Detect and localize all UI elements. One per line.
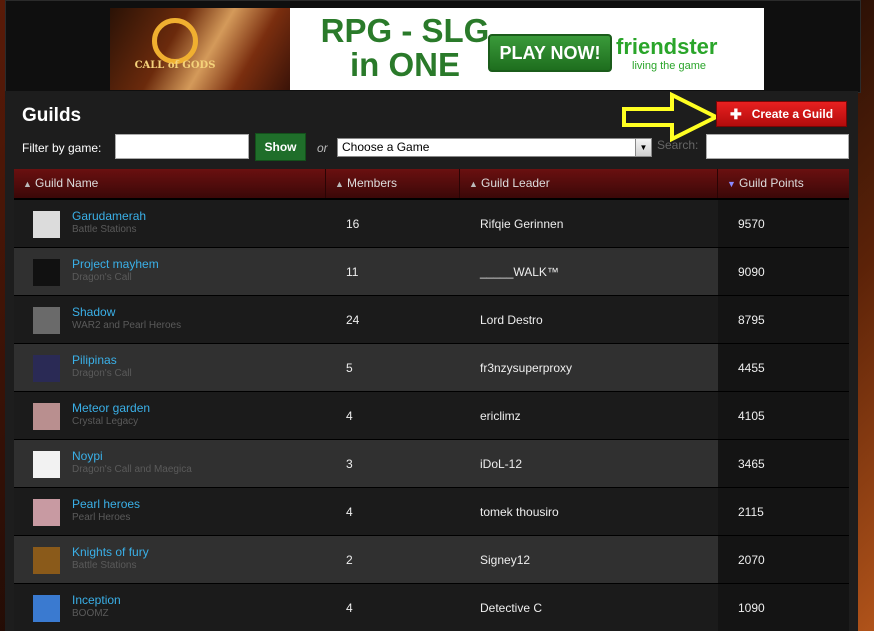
guilds-table: ▲ Guild Name ▲ Members ▲ Guild Leader ▼ Guil… [14,169,849,631]
guild-avatar[interactable] [33,259,60,286]
guild-avatar[interactable] [33,595,60,622]
table-row[interactable]: Inception BOOMZ 4 Detective C 1090 [14,583,849,631]
guild-game: Dragon's Call and Maegica [72,464,192,475]
create-guild-button[interactable]: ✚ Create a Guild [716,101,847,127]
guild-leader: Detective C [480,601,543,615]
guild-points: 9090 [738,265,765,279]
column-header-guild-leader[interactable]: ▲ Guild Leader [460,169,718,198]
guild-points: 4105 [738,409,765,423]
guild-avatar[interactable] [33,499,60,526]
guild-avatar[interactable] [33,355,60,382]
guild-leader: tomek thousiro [480,505,559,519]
filter-game-input[interactable] [115,134,249,159]
guild-points: 2115 [738,505,764,519]
sort-icon: ▲ [335,179,344,189]
guild-name-link[interactable]: Inception [72,593,121,607]
guild-avatar[interactable] [33,403,60,430]
guild-game: Pearl Heroes [72,512,131,523]
game-select-value: Choose a Game [342,140,430,154]
guild-members: 2 [346,553,353,567]
column-header-guild-name[interactable]: ▲ Guild Name [14,169,326,198]
guild-members: 5 [346,361,353,375]
sort-icon: ▲ [469,179,478,189]
guild-members: 11 [346,265,359,279]
guild-name-link[interactable]: Shadow [72,305,115,319]
guild-leader: ericlimz [480,409,521,423]
guild-game: BOOMZ [72,608,109,619]
guild-members: 4 [346,601,353,615]
table-row[interactable]: Pearl heroes Pearl Heroes 4 tomek thousiro 2… [14,487,849,535]
banner-headline: RPG - SLG in ONE [320,12,490,83]
guild-name-link[interactable]: Meteor garden [72,401,150,415]
table-row[interactable]: Garudamerah Battle Stations 16 Rifqie Gerin… [14,199,849,247]
guild-leader: Signey12 [480,553,531,567]
banner-artwork: CALL of GODS [110,8,290,90]
guild-points: 2070 [738,553,765,567]
guild-game: Battle Stations [72,224,137,235]
search-input[interactable] [706,134,849,159]
guild-game: Battle Stations [72,560,137,571]
or-label: or [317,141,328,155]
guild-name-link[interactable]: Pilipinas [72,353,117,367]
guild-points: 8795 [738,313,765,327]
column-header-guild-points[interactable]: ▼ Guild Points [718,169,849,198]
guild-leader: _____WALK™ [480,265,559,279]
guild-game: WAR2 and Pearl Heroes [72,320,182,331]
table-row[interactable]: Pilipinas Dragon's Call 5 fr3nzysuperproxy 4… [14,343,849,391]
sort-icon: ▲ [23,179,32,189]
table-row[interactable]: Project mayhem Dragon's Call 11 _____WALK™ 9… [14,247,849,295]
banner-tagline: living the game [632,60,706,72]
arrow-annotation-icon [622,91,720,143]
guild-leader: Lord Destro [480,313,543,327]
filter-label: Filter by game: [22,141,102,155]
search-label: Search: [657,138,699,152]
table-body: Garudamerah Battle Stations 16 Rifqie Gerin… [14,199,849,631]
sort-desc-icon: ▼ [727,179,736,189]
guild-name-link[interactable]: Noypi [72,449,103,463]
guild-members: 16 [346,217,360,231]
guild-members: 4 [346,409,353,423]
guild-leader: iDoL-12 [480,457,523,471]
table-row[interactable]: Meteor garden Crystal Legacy 4 ericlimz 4105 [14,391,849,439]
table-row[interactable]: Shadow WAR2 and Pearl Heroes 24 Lord Destro… [14,295,849,343]
show-button[interactable]: Show [255,133,306,161]
guild-avatar[interactable] [33,211,60,238]
guild-leader: Rifqie Gerinnen [480,217,564,231]
banner-logo-text: CALL of GODS [134,60,216,71]
guild-points: 1090 [738,601,765,615]
guild-avatar[interactable] [33,547,60,574]
chevron-down-icon[interactable]: ▼ [635,139,651,156]
table-row[interactable]: Noypi Dragon's Call and Maegica 3 iDoL-12 34… [14,439,849,487]
guild-name-link[interactable]: Project mayhem [72,257,159,271]
game-select[interactable]: Choose a Game ▼ [337,138,652,157]
guild-members: 3 [346,457,353,471]
game-logo-icon [152,18,198,64]
guild-game: Dragon's Call [72,368,132,379]
create-guild-label: Create a Guild [751,107,834,121]
guild-name-link[interactable]: Garudamerah [72,209,146,223]
column-header-members[interactable]: ▲ Members [326,169,460,198]
guild-leader: fr3nzysuperproxy [480,361,573,375]
guilds-panel: Guilds ✚ Create a Guild Filter by game: … [5,91,858,631]
guild-name-link[interactable]: Pearl heroes [72,497,140,511]
guild-points: 9570 [738,217,765,231]
table-row[interactable]: Knights of fury Battle Stations 2 Signey12 2… [14,535,849,583]
guild-game: Crystal Legacy [72,416,139,427]
guild-members: 24 [346,313,360,327]
guild-avatar[interactable] [33,307,60,334]
guild-members: 4 [346,505,353,519]
ad-banner[interactable]: CALL of GODS RPG - SLG in ONE PLAY NOW! … [110,8,764,90]
table-header: ▲ Guild Name ▲ Members ▲ Guild Leader ▼ Guil… [14,169,849,199]
plus-icon: ✚ [729,105,742,122]
play-now-button[interactable]: PLAY NOW! [488,34,612,72]
ad-banner-area: CALL of GODS RPG - SLG in ONE PLAY NOW! … [5,0,861,93]
page-title: Guilds [22,105,82,126]
banner-brand: friendster [616,34,718,59]
guild-avatar[interactable] [33,451,60,478]
guild-points: 3465 [738,457,765,471]
guild-points: 4455 [738,361,765,375]
guild-game: Dragon's Call [72,272,132,283]
guild-name-link[interactable]: Knights of fury [72,545,149,559]
